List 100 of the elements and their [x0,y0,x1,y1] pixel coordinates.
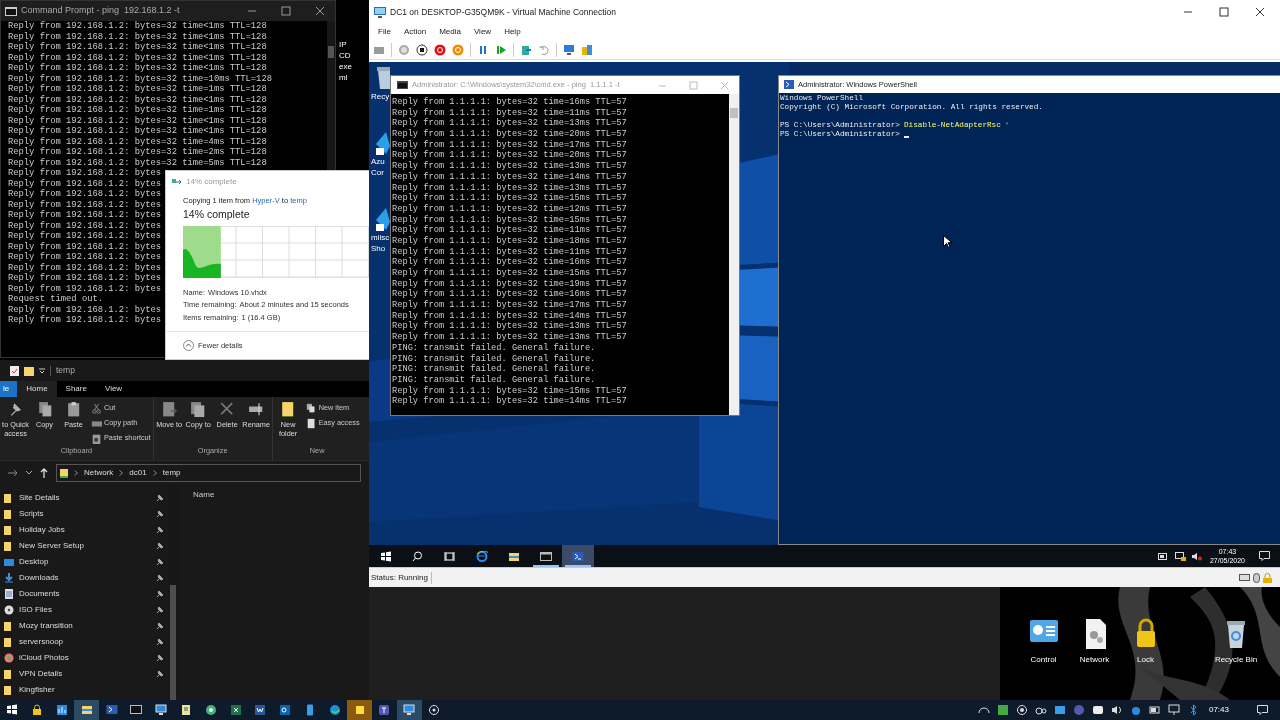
icon-label: Lock [1137,654,1154,666]
terminal-line: Reply from 192.168.1.2: bytes=32 time=2ms TTL=128 [8,147,267,158]
forward-icon[interactable] [8,469,18,477]
nav-item[interactable]: Kingfisher [0,682,168,698]
enhanced-session-button[interactable] [563,43,575,56]
nav-item[interactable]: Downloads [0,570,168,586]
cloud-icon[interactable] [1129,704,1142,716]
share-button[interactable] [581,43,593,56]
menu-item[interactable]: Help [504,26,521,38]
nav-item[interactable]: New Server Setup [0,538,168,554]
lock-icon [31,704,44,716]
terminal-line: Reply from 192.168.1.2: bytes [8,283,162,294]
powershell-icon [784,80,794,89]
ribbon-tab[interactable]: Home [17,381,57,397]
close-icon[interactable] [315,6,325,16]
note-icon [353,704,366,716]
copy-icon [190,401,207,417]
turn-off-button[interactable] [416,43,428,56]
taskbar-button[interactable] [396,700,422,720]
chevron-up-icon[interactable] [977,704,990,716]
nav-item[interactable]: Site Details [0,490,168,506]
close-icon[interactable] [1255,7,1265,17]
icon-label: IP [339,40,348,50]
nav-item[interactable]: VPN Details [0,666,168,682]
nav-item[interactable]: iCloud Photos [0,650,168,666]
terminal-line: Reply from 192.168.1.2: bytes=32 time=10ms TTL=128 [8,73,272,84]
address-bar[interactable]: Network dc01 temp [56,464,361,482]
properties-icon[interactable] [10,365,19,376]
recycle-bin-icon[interactable] [374,65,390,91]
nav-item[interactable]: Scripts [0,506,168,522]
caret-icon[interactable] [39,367,45,374]
maximize-icon[interactable] [1219,7,1229,17]
start-button[interactable] [398,43,410,56]
tray-app-icon[interactable] [1091,704,1104,716]
up-arrow-icon[interactable] [40,468,48,478]
headset-icon[interactable] [1034,704,1047,716]
network-icon[interactable] [1174,551,1186,561]
menu-item[interactable]: View [473,26,492,38]
console-icon [397,81,408,89]
delete-icon [219,401,236,417]
chevron-up-icon [183,340,194,351]
clipboard-icon [65,401,82,417]
menu-item[interactable]: Media [439,26,461,38]
pause-button[interactable] [477,43,489,56]
checkpoint-button[interactable] [520,43,532,56]
menu-item[interactable]: Action [403,26,427,38]
notification-icon[interactable] [1259,551,1270,561]
terminal-line: Reply from 1.1.1.1: bytes=32 time=14ms TTL=57 [392,171,628,183]
battery-icon[interactable] [1148,704,1161,716]
reset-button[interactable] [495,43,507,56]
scrollbar[interactable] [729,94,739,415]
file-menu-button[interactable]: le [0,381,18,397]
shortcut-icon[interactable] [374,206,390,232]
status-text: Status: Running [369,571,432,584]
terminal-line: Reply from 192.168.1.2: bytes [8,262,162,273]
taskbar-button[interactable] [74,700,100,720]
copy-icon [172,178,182,186]
clock-time: 07:43 [1208,704,1229,716]
battery-icon[interactable] [1157,552,1168,560]
notification-icon[interactable] [1257,705,1268,715]
keyboard-icon [1239,574,1250,581]
nav-item[interactable]: serversnoop [0,634,168,650]
terminal-line: Reply from 1.1.1.1: bytes=32 time=11ms TTL=57 [392,246,628,257]
network-icon[interactable] [1167,704,1180,716]
terminal-line: Reply from 1.1.1.1: bytes=32 time=13ms TTL=57 [392,182,628,193]
terminal-line: Reply from 192.168.1.2: bytes [8,168,162,179]
breadcrumb[interactable]: dc01 [129,467,147,479]
nav-item[interactable]: Holiday Jobs [0,522,168,538]
terminal-line: Reply from 1.1.1.1: bytes=32 time=14ms TTL=57 [392,396,628,407]
record-icon[interactable] [1015,704,1028,716]
terminal-line: Reply from 1.1.1.1: bytes=32 time=15ms TTL=57 [392,268,628,279]
nav-item[interactable]: Mozy transition [0,618,168,634]
menu-item[interactable]: File [378,26,391,38]
tray-app-icon[interactable] [996,704,1009,716]
console-icon [5,6,17,16]
terminal-line: Reply from 192.168.1.2: bytes=32 time<1ms TTL=128 [8,115,267,126]
volume-muted-icon[interactable] [1190,551,1202,561]
column-header[interactable]: Name [193,489,369,501]
mail-icon [279,704,292,716]
window-title: temp [56,364,75,377]
nav-item[interactable]: Desktop [0,554,168,570]
powershell-icon [105,704,118,716]
shut-down-button[interactable] [434,43,446,56]
shortcut-icon[interactable] [374,130,390,156]
breadcrumb[interactable]: Network [84,467,114,479]
terminal-line: Reply from 1.1.1.1: bytes=32 time=13ms TTL=57 [392,332,628,343]
tray-app-icon[interactable] [1053,704,1066,716]
rename-icon [248,401,265,417]
dropdown-icon[interactable] [26,471,32,475]
nav-item[interactable]: ISO Files [0,602,168,618]
maximize-icon[interactable] [281,6,291,16]
globe-icon [204,704,217,716]
terminal-line: Reply from 192.168.1.2: bytes [8,304,162,315]
chevron-icon [119,470,124,476]
nav-item[interactable]: Documents [0,586,168,602]
terminal-line: Reply from 1.1.1.1: bytes=32 time=13ms TTL=57 [392,321,628,332]
terminal-line: Reply from 1.1.1.1: bytes=32 time=17ms TTL=57 [392,300,628,311]
folder-icon[interactable] [24,365,34,376]
volume-icon[interactable] [1110,704,1123,716]
breadcrumb[interactable]: temp [162,467,181,479]
